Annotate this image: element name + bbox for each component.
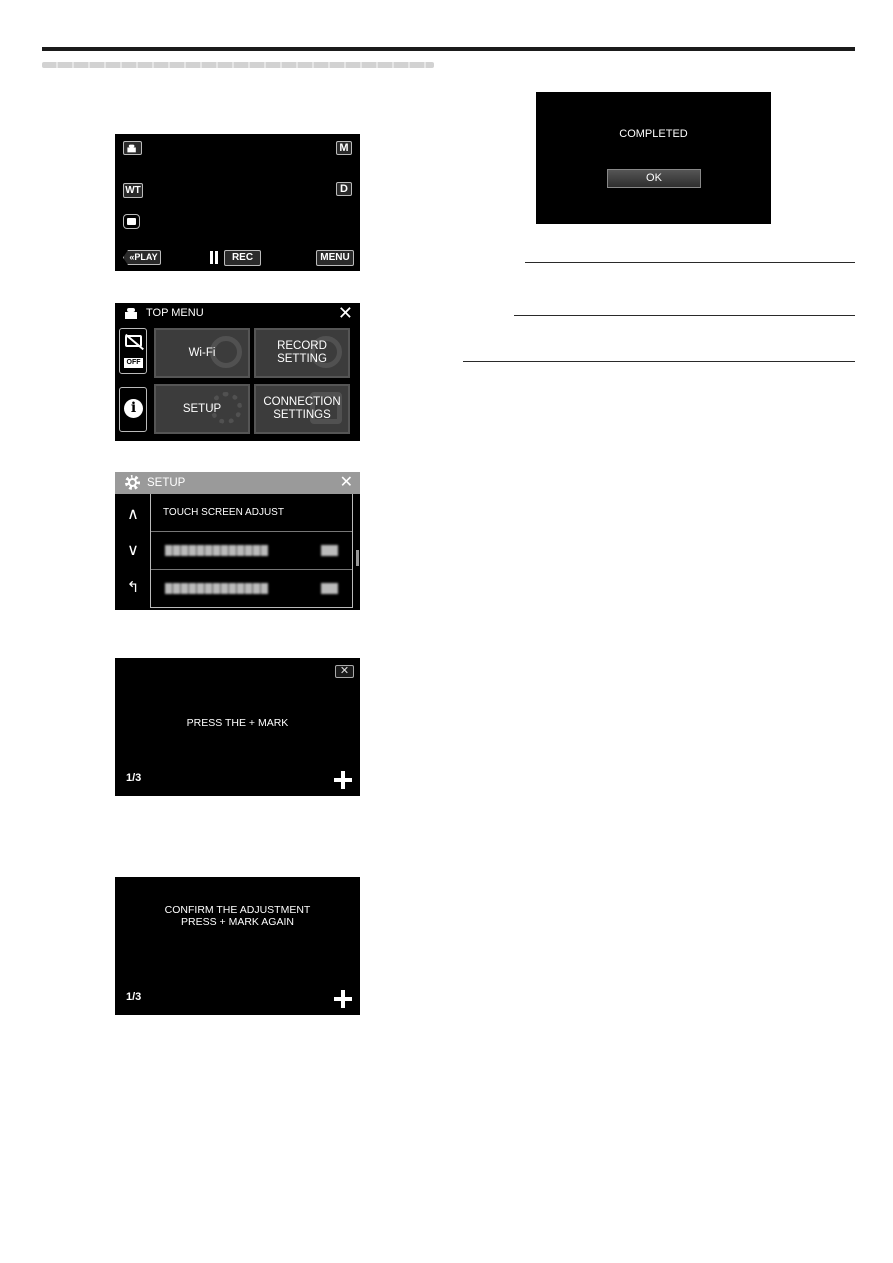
- back-icon[interactable]: ↰: [123, 578, 143, 596]
- section-title-bar: [42, 62, 434, 68]
- tile-label-line1: CONNECTION: [263, 396, 341, 408]
- setup-header: SETUP: [115, 472, 360, 494]
- list-item[interactable]: [151, 532, 352, 570]
- tile-label: SETUP: [182, 402, 222, 415]
- completed-screen: COMPLETED OK: [536, 92, 771, 224]
- tile-record-setting[interactable]: RECORD SETTING: [254, 328, 350, 378]
- tile-connection-settings[interactable]: CONNECTION SETTINGS: [254, 384, 350, 434]
- tile-wifi[interactable]: Wi-Fi: [154, 328, 250, 378]
- manual-mode-button[interactable]: M: [336, 141, 352, 155]
- play-button[interactable]: «PLAY: [123, 250, 161, 265]
- setup-title: SETUP: [147, 477, 186, 489]
- gear-icon: [125, 475, 140, 490]
- tile-label-line2: SETTING: [277, 353, 327, 365]
- tile-setup[interactable]: SETUP: [154, 384, 250, 434]
- setup-list: TOUCH SCREEN ADJUST: [150, 494, 353, 608]
- tile-label-line1: RECORD: [277, 340, 327, 352]
- display-button[interactable]: D: [336, 182, 352, 196]
- close-icon[interactable]: ✕: [340, 474, 353, 492]
- touch-confirm-screen: CONFIRM THE ADJUSTMENT PRESS + MARK AGAI…: [115, 877, 360, 1015]
- blurred-value: [321, 545, 338, 556]
- divider: [525, 262, 855, 263]
- tile-label-line2: SETTINGS: [273, 409, 331, 421]
- instruction-line1: CONFIRM THE ADJUSTMENT: [164, 904, 311, 916]
- list-item-label: TOUCH SCREEN ADJUST: [163, 507, 284, 518]
- page-indicator: 1/3: [126, 991, 142, 1003]
- video-camera-icon: [125, 307, 141, 319]
- ok-button[interactable]: OK: [607, 169, 701, 188]
- video-mode-button[interactable]: [123, 141, 142, 155]
- scroll-down-icon[interactable]: ∨: [123, 540, 143, 560]
- completed-message: COMPLETED: [619, 128, 688, 140]
- scrollbar-thumb[interactable]: [356, 550, 359, 566]
- divider: [514, 315, 855, 316]
- setup-screen: SETUP ✕ ∧ ∨ ↰ TOUCH SCREEN ADJUST: [115, 472, 360, 610]
- snapshot-button[interactable]: [123, 214, 140, 229]
- blurred-label: [165, 545, 268, 556]
- top-menu-header: TOP MENU: [125, 307, 204, 319]
- menu-button[interactable]: MENU: [316, 250, 354, 266]
- plus-mark-icon[interactable]: [334, 771, 352, 789]
- close-icon[interactable]: ✕: [338, 304, 353, 322]
- top-menu-title: TOP MENU: [146, 307, 204, 319]
- divider: [463, 361, 855, 362]
- page-indicator: 1/3: [126, 772, 142, 784]
- rec-button[interactable]: REC: [224, 250, 261, 266]
- silent-mode-icon: [125, 335, 142, 347]
- silent-mode-button[interactable]: OFF: [119, 328, 147, 374]
- instruction-line2: PRESS + MARK AGAIN: [181, 916, 294, 928]
- list-item[interactable]: [151, 570, 352, 608]
- blurred-label: [165, 583, 268, 594]
- instruction-text: PRESS THE + MARK: [186, 717, 289, 729]
- scroll-up-icon[interactable]: ∧: [123, 504, 143, 524]
- header-rule: [42, 47, 855, 51]
- tile-label: RECORD SETTING: [277, 340, 327, 366]
- video-camera-icon: [126, 144, 138, 153]
- info-icon: i: [124, 399, 143, 418]
- close-icon[interactable]: ✕: [335, 665, 354, 678]
- touch-adjust-screen: ✕ PRESS THE + MARK 1/3: [115, 658, 360, 796]
- tile-label: Wi-Fi: [188, 346, 216, 359]
- pause-icon: [210, 251, 219, 264]
- off-badge: OFF: [124, 358, 143, 368]
- camera-icon: [127, 218, 136, 225]
- info-button[interactable]: i: [119, 387, 147, 432]
- instruction-text: CONFIRM THE ADJUSTMENT PRESS + MARK AGAI…: [115, 904, 360, 928]
- tile-label: CONNECTION SETTINGS: [263, 396, 340, 422]
- list-item-touch-screen-adjust[interactable]: TOUCH SCREEN ADJUST: [151, 494, 352, 532]
- zoom-wt-button[interactable]: WT: [123, 183, 143, 198]
- blurred-value: [321, 583, 338, 594]
- record-screen: M WT D «PLAY REC MENU: [115, 134, 360, 271]
- top-menu-screen: TOP MENU ✕ OFF i Wi-Fi RECORD SETTING SET…: [115, 303, 360, 441]
- plus-mark-icon[interactable]: [334, 990, 352, 1008]
